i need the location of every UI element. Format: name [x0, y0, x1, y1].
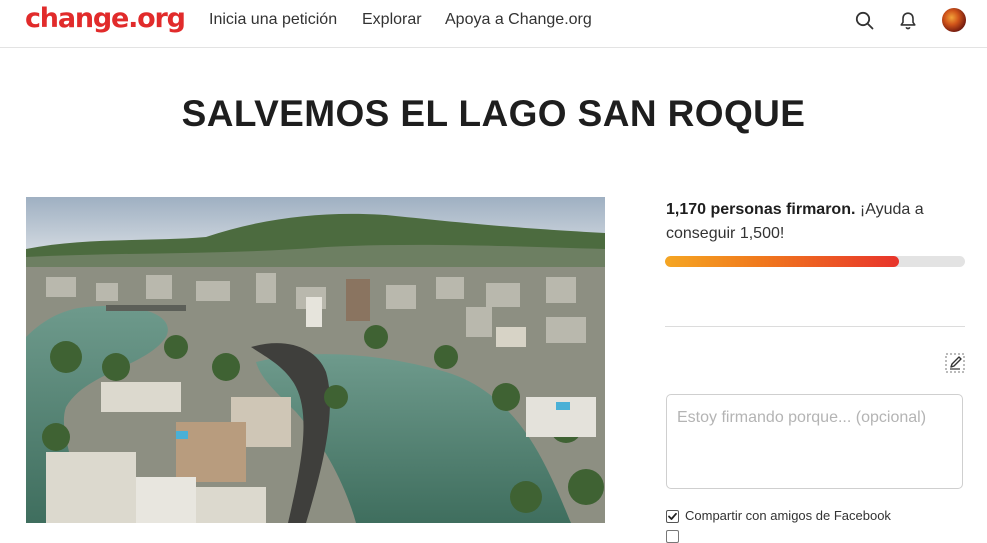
signing-reason-input[interactable]	[666, 394, 963, 489]
share-facebook-label: Compartir con amigos de Facebook	[685, 508, 891, 523]
bell-icon	[900, 12, 916, 30]
aerial-lake-city-photo	[26, 197, 605, 523]
notifications-button[interactable]	[896, 9, 920, 33]
nav-start-petition[interactable]: Inicia una petición	[209, 11, 337, 29]
share-facebook-checkbox[interactable]	[666, 510, 679, 523]
second-option-checkbox[interactable]	[666, 530, 679, 543]
pencil-edit-icon	[945, 353, 965, 373]
change-org-logo[interactable]: change.org	[25, 2, 186, 36]
petition-title: SALVEMOS EL LAGO SAN ROQUE	[181, 93, 806, 134]
edit-button[interactable]	[944, 352, 966, 374]
petition-photo	[26, 197, 605, 523]
checkmark-icon	[668, 512, 677, 520]
user-avatar[interactable]	[942, 8, 966, 32]
nav-support[interactable]: Apoya a Change.org	[445, 11, 592, 29]
signature-count-bold: 1,170 personas firmaron.	[666, 201, 856, 218]
signature-count: 1,170 personas firmaron. ¡Ayuda a conseg…	[666, 198, 966, 246]
search-button[interactable]	[853, 9, 877, 33]
top-navigation-bar: change.org Inicia una petición Explorar …	[0, 0, 987, 48]
search-icon	[855, 11, 874, 30]
signature-progress-fill	[665, 256, 899, 267]
nav-explore[interactable]: Explorar	[362, 11, 422, 29]
signature-progress-bar	[665, 256, 965, 267]
divider	[665, 326, 965, 327]
